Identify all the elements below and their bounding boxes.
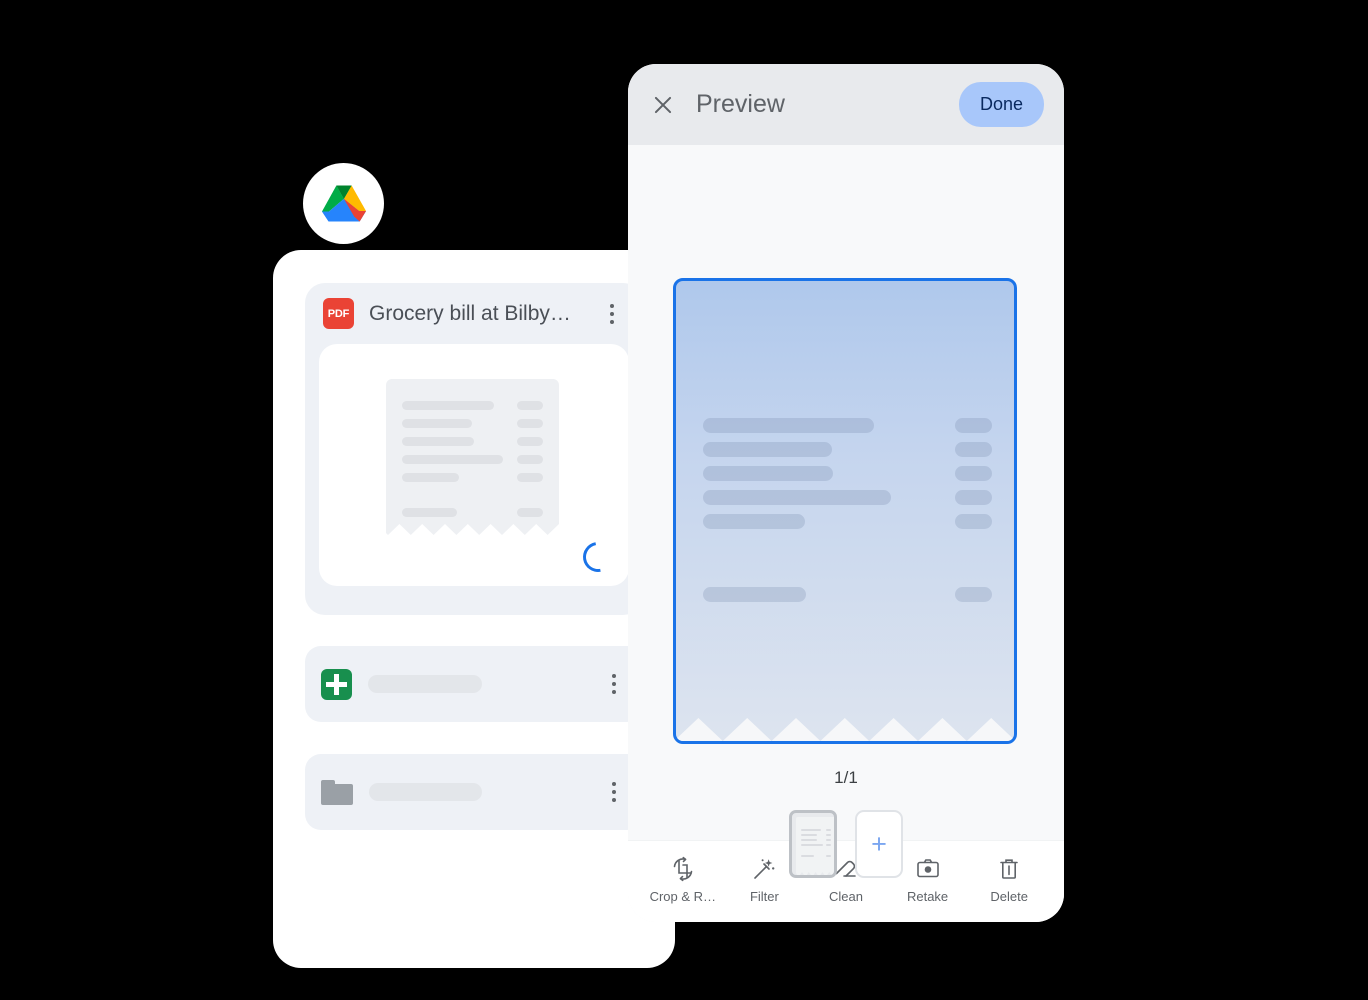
scanned-document-preview[interactable] xyxy=(673,278,1017,744)
file-title-placeholder xyxy=(368,675,482,693)
receipt-document-icon xyxy=(676,281,1014,741)
file-item-sheet[interactable] xyxy=(305,646,643,722)
receipt-thumbnail-icon xyxy=(796,817,834,875)
file-preview-thumbnail[interactable] xyxy=(319,344,629,586)
page-thumbnail-1[interactable] xyxy=(789,810,837,878)
screen: PDF Grocery bill at Bilby… Preview Done … xyxy=(0,0,1368,1000)
page-thumbnail-strip: + xyxy=(628,810,1064,878)
close-icon[interactable] xyxy=(650,92,676,118)
pdf-file-icon: PDF xyxy=(323,298,354,329)
done-button[interactable]: Done xyxy=(958,82,1044,127)
google-drive-logo-badge xyxy=(303,163,384,244)
kebab-menu-icon[interactable] xyxy=(601,776,627,808)
preview-header: Preview Done xyxy=(628,64,1064,145)
page-title: Preview xyxy=(696,90,785,118)
tool-label: Retake xyxy=(906,888,949,904)
preview-body: 1/1 + xyxy=(628,145,1064,878)
kebab-menu-icon[interactable] xyxy=(599,298,625,330)
file-item-pdf[interactable]: PDF Grocery bill at Bilby… xyxy=(305,283,643,615)
google-drive-logo-icon xyxy=(321,183,367,224)
folder-icon xyxy=(321,779,353,805)
file-item-header: PDF Grocery bill at Bilby… xyxy=(305,283,643,344)
add-page-button[interactable]: + xyxy=(855,810,903,878)
google-sheets-icon xyxy=(321,668,352,700)
receipt-thumbnail-icon xyxy=(386,379,559,535)
file-title-placeholder xyxy=(369,783,482,801)
scan-preview-panel: Preview Done 1/1 + Crop & R… Filter Clea… xyxy=(628,64,1064,922)
loading-spinner-icon xyxy=(577,536,619,578)
page-counter: 1/1 xyxy=(834,768,858,787)
plus-icon: + xyxy=(871,828,887,859)
file-title: Grocery bill at Bilby… xyxy=(369,301,571,325)
tool-label: Delete xyxy=(990,888,1028,904)
kebab-menu-icon[interactable] xyxy=(601,668,627,700)
tool-label: Filter xyxy=(749,888,779,904)
file-item-folder[interactable] xyxy=(305,754,643,830)
tool-label: Crop & R… xyxy=(649,888,717,904)
files-list-card: PDF Grocery bill at Bilby… xyxy=(273,250,675,968)
receipt-edge-icon xyxy=(676,718,1014,741)
tool-label: Clean xyxy=(829,888,863,904)
